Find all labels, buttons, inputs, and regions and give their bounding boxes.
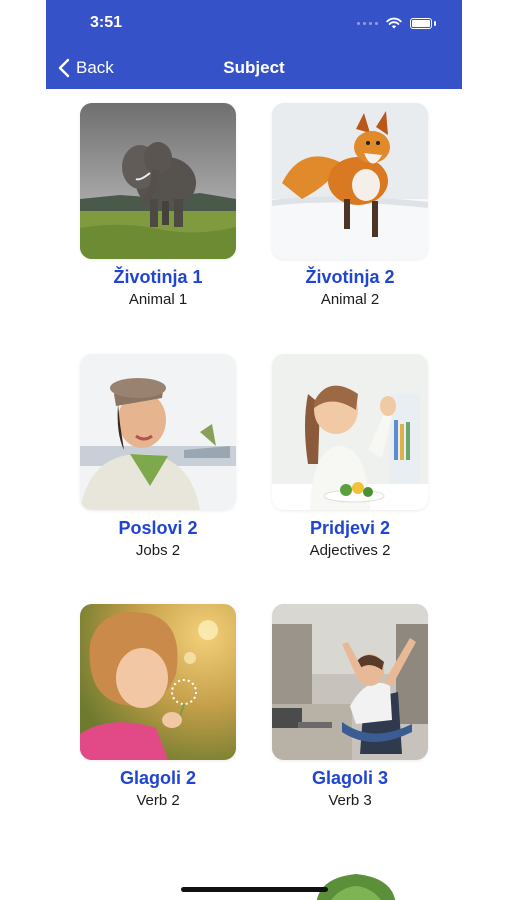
subject-grid: Životinja 1 Animal 1 Životinja 2 Animal … <box>46 89 462 900</box>
subject-title: Životinja 1 <box>113 267 203 287</box>
signal-icon <box>357 21 378 25</box>
navigation-bar: 3:51 Back Subject <box>46 0 462 89</box>
woman-stretching-image <box>272 604 428 760</box>
subject-card-zivotinja-1[interactable]: Životinja 1 Animal 1 <box>65 103 251 308</box>
flight-attendant-image <box>80 354 236 510</box>
subject-card-glagoli-2[interactable]: Glagoli 2 Verb 2 <box>65 604 251 809</box>
subject-title: Glagoli 3 <box>311 768 389 788</box>
status-time: 3:51 <box>90 14 123 31</box>
wifi-icon <box>386 17 402 29</box>
subject-subtitle: Animal 2 <box>320 291 380 308</box>
subject-subtitle: Jobs 2 <box>135 542 181 559</box>
home-indicator <box>181 887 328 892</box>
elephant-image <box>80 103 236 259</box>
subject-title: Poslovi 2 <box>118 518 198 538</box>
page-title: Subject <box>223 58 285 77</box>
girl-dandelion-image <box>80 604 236 760</box>
girl-thumbs-up-image <box>272 354 428 510</box>
subject-subtitle: Adjectives 2 <box>309 542 391 559</box>
subject-subtitle: Verb 3 <box>328 792 372 809</box>
battery-icon <box>410 17 432 29</box>
subject-title: Glagoli 2 <box>119 768 197 788</box>
subject-subtitle: Verb 2 <box>136 792 180 809</box>
subject-card-glagoli-3[interactable]: Glagoli 3 Verb 3 <box>257 604 443 809</box>
fox-image <box>272 103 428 259</box>
subject-title: Pridjevi 2 <box>309 518 391 538</box>
subject-title: Životinja 2 <box>305 267 395 287</box>
subject-subtitle: Animal 1 <box>128 291 188 308</box>
app-screen: 3:51 Back Subject Životinja 1 Animal 1 Ž… <box>46 0 462 900</box>
subject-card-zivotinja-2[interactable]: Životinja 2 Animal 2 <box>257 103 443 308</box>
bottom-decorative-image <box>316 874 396 900</box>
battery-tip <box>434 20 436 26</box>
subject-card-poslovi-2[interactable]: Poslovi 2 Jobs 2 <box>65 354 251 559</box>
status-icons <box>357 14 436 32</box>
subject-card-pridjevi-2[interactable]: Pridjevi 2 Adjectives 2 <box>257 354 443 559</box>
